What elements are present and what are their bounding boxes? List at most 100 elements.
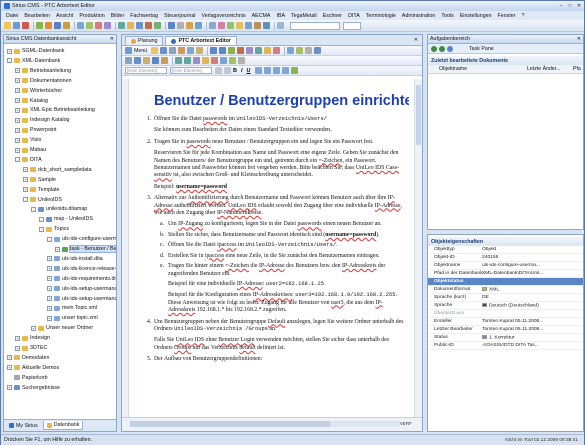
quick-search-input[interactable]	[290, 21, 340, 30]
editor-menu-icon[interactable]	[125, 47, 132, 54]
image-icon[interactable]	[220, 57, 227, 64]
tree-node[interactable]: + Demodaten	[7, 354, 49, 362]
column-last-changed[interactable]: Letzte Änder...	[527, 66, 573, 72]
cut-icon[interactable]	[178, 47, 186, 54]
paste-icon[interactable]	[143, 57, 150, 64]
workflow-icon[interactable]	[168, 22, 175, 29]
link-icon[interactable]	[245, 22, 252, 29]
zoom-icon[interactable]	[161, 57, 168, 64]
scroll-thumb[interactable]	[130, 421, 330, 427]
property-row[interactable]: Objektname uls-ids-configure-userma...	[428, 262, 583, 270]
tree-node[interactable]: + SGML-Datenbank	[7, 47, 64, 55]
expand-icon[interactable]: +	[15, 345, 20, 351]
tab-my-sirius[interactable]: My Sirius	[6, 421, 41, 430]
document-content[interactable]: Benutzer / Benutzergruppen einrichten 1.…	[134, 83, 409, 417]
expand-icon[interactable]: +	[15, 127, 20, 133]
property-row[interactable]: Status 1. Korrektur	[428, 334, 583, 342]
tree-node[interactable]: + XML Epic Betriebsanleitung	[15, 106, 95, 114]
validate-icon[interactable]	[227, 22, 234, 29]
tree-node[interactable]: + Indesign	[15, 334, 50, 342]
property-row[interactable]: Public-ID -//OASIS//DTD DITA Tas...	[428, 342, 583, 350]
expand-icon[interactable]: +	[47, 315, 52, 321]
tab-arbortext-editor[interactable]: PTC Arbortext Editor	[165, 36, 237, 45]
column-objectname[interactable]: Objektname	[431, 66, 527, 72]
export-icon[interactable]	[145, 22, 152, 29]
graphic-icon[interactable]	[254, 22, 261, 29]
expand-icon[interactable]: +	[7, 48, 12, 54]
open-icon[interactable]	[134, 57, 141, 64]
tree-node[interactable]: + Wörterbücher	[15, 87, 62, 95]
align-center-icon[interactable]	[263, 67, 271, 74]
database-icon[interactable]	[54, 22, 61, 29]
element-select-1[interactable]: [Kein Element]	[125, 67, 167, 74]
tags-icon[interactable]	[305, 47, 313, 54]
tab-datenbank[interactable]: Datenbank	[42, 421, 84, 430]
table-icon[interactable]	[255, 47, 263, 54]
property-row[interactable]: Letzter Bearbeiter Torsten Kuprat 05.11.2…	[428, 326, 583, 334]
expand-icon[interactable]: +	[23, 177, 28, 183]
close-icon[interactable]: ✕	[110, 36, 114, 42]
expand-icon[interactable]: +	[47, 266, 52, 272]
numbered-list-icon[interactable]	[184, 57, 191, 64]
tree-node[interactable]: + mein Topic.xml	[47, 304, 97, 312]
redo-icon[interactable]	[219, 47, 227, 54]
minimize-icon[interactable]: –	[557, 3, 565, 10]
tree-node[interactable]: + Katalog	[15, 97, 48, 105]
close-tab-icon[interactable]: ✕	[414, 37, 418, 43]
search-icon[interactable]	[63, 22, 70, 29]
tree-node[interactable]: + uls-ids-requirements.dit	[47, 275, 116, 283]
expand-icon[interactable]: +	[31, 325, 36, 331]
font-size-icon[interactable]	[215, 67, 222, 74]
expand-icon[interactable]: +	[15, 107, 20, 113]
menu-item[interactable]: Bearbeiten	[21, 13, 53, 19]
tree-node[interactable]: + uls-ids-setup-usermanag	[47, 295, 116, 303]
tree-node[interactable]: - unileoids.ditamap	[31, 205, 87, 213]
save-icon[interactable]	[13, 22, 20, 29]
expand-icon[interactable]: +	[15, 78, 20, 84]
bold-button[interactable]: B	[233, 68, 237, 74]
tree-node[interactable]: + Unser neuer Ordner	[31, 324, 93, 332]
tree-node[interactable]: - Topics	[39, 225, 69, 233]
tree-node[interactable]: + Suchergebnisse	[7, 384, 60, 392]
undo-icon[interactable]	[152, 57, 159, 64]
property-row[interactable]: Sprache (kurz) DE	[428, 294, 583, 302]
property-row[interactable]: Übersetzt aus	[428, 310, 583, 318]
expand-icon[interactable]: +	[7, 365, 12, 371]
menu-item[interactable]: Steuerjournal	[161, 13, 199, 19]
table-icon[interactable]	[263, 22, 270, 29]
tree-node[interactable]: + Powerpoint	[15, 126, 57, 134]
link-icon[interactable]	[273, 47, 281, 54]
expand-icon[interactable]: +	[15, 137, 20, 143]
preview-icon[interactable]	[287, 47, 295, 54]
help-icon[interactable]	[277, 22, 284, 29]
menu-item[interactable]: Terminologie	[363, 13, 399, 19]
back-icon[interactable]	[431, 45, 437, 52]
spell-check-icon[interactable]	[236, 22, 243, 29]
expand-icon[interactable]: +	[47, 305, 52, 311]
justify-icon[interactable]	[281, 67, 289, 74]
list-icon[interactable]	[290, 67, 298, 74]
tree-node[interactable]: + uls-ids-licence-release-i	[47, 265, 116, 273]
menu-item[interactable]: Administration	[399, 13, 439, 19]
maximize-icon[interactable]: □	[566, 3, 574, 10]
tree-node[interactable]: + Sample	[23, 176, 56, 184]
structure-icon[interactable]	[314, 47, 322, 54]
collapse-icon[interactable]: -	[7, 58, 12, 64]
expand-icon[interactable]: +	[47, 276, 52, 282]
tree-node[interactable]: + Betriebsanleitung	[15, 67, 71, 75]
editor-menu-button[interactable]: Menü	[134, 48, 147, 54]
new-folder-icon[interactable]	[127, 22, 134, 29]
property-row[interactable]: Objektstatus	[428, 278, 583, 286]
expand-icon[interactable]: +	[15, 147, 20, 153]
align-left-icon[interactable]	[254, 67, 262, 74]
check-in-icon[interactable]	[36, 22, 43, 29]
menu-item[interactable]: Fachwertag	[127, 13, 161, 19]
expand-icon[interactable]: +	[47, 256, 52, 262]
tree-node[interactable]: - UnileoIDS	[23, 196, 62, 204]
close-document-icon[interactable]	[22, 22, 29, 29]
history-icon[interactable]	[186, 22, 193, 29]
expand-icon[interactable]: +	[23, 187, 28, 193]
print-icon[interactable]	[77, 22, 84, 29]
recent-documents-header[interactable]: Zuletzt bearbeitete Dokumente	[428, 56, 583, 65]
align-right-icon[interactable]	[272, 67, 280, 74]
